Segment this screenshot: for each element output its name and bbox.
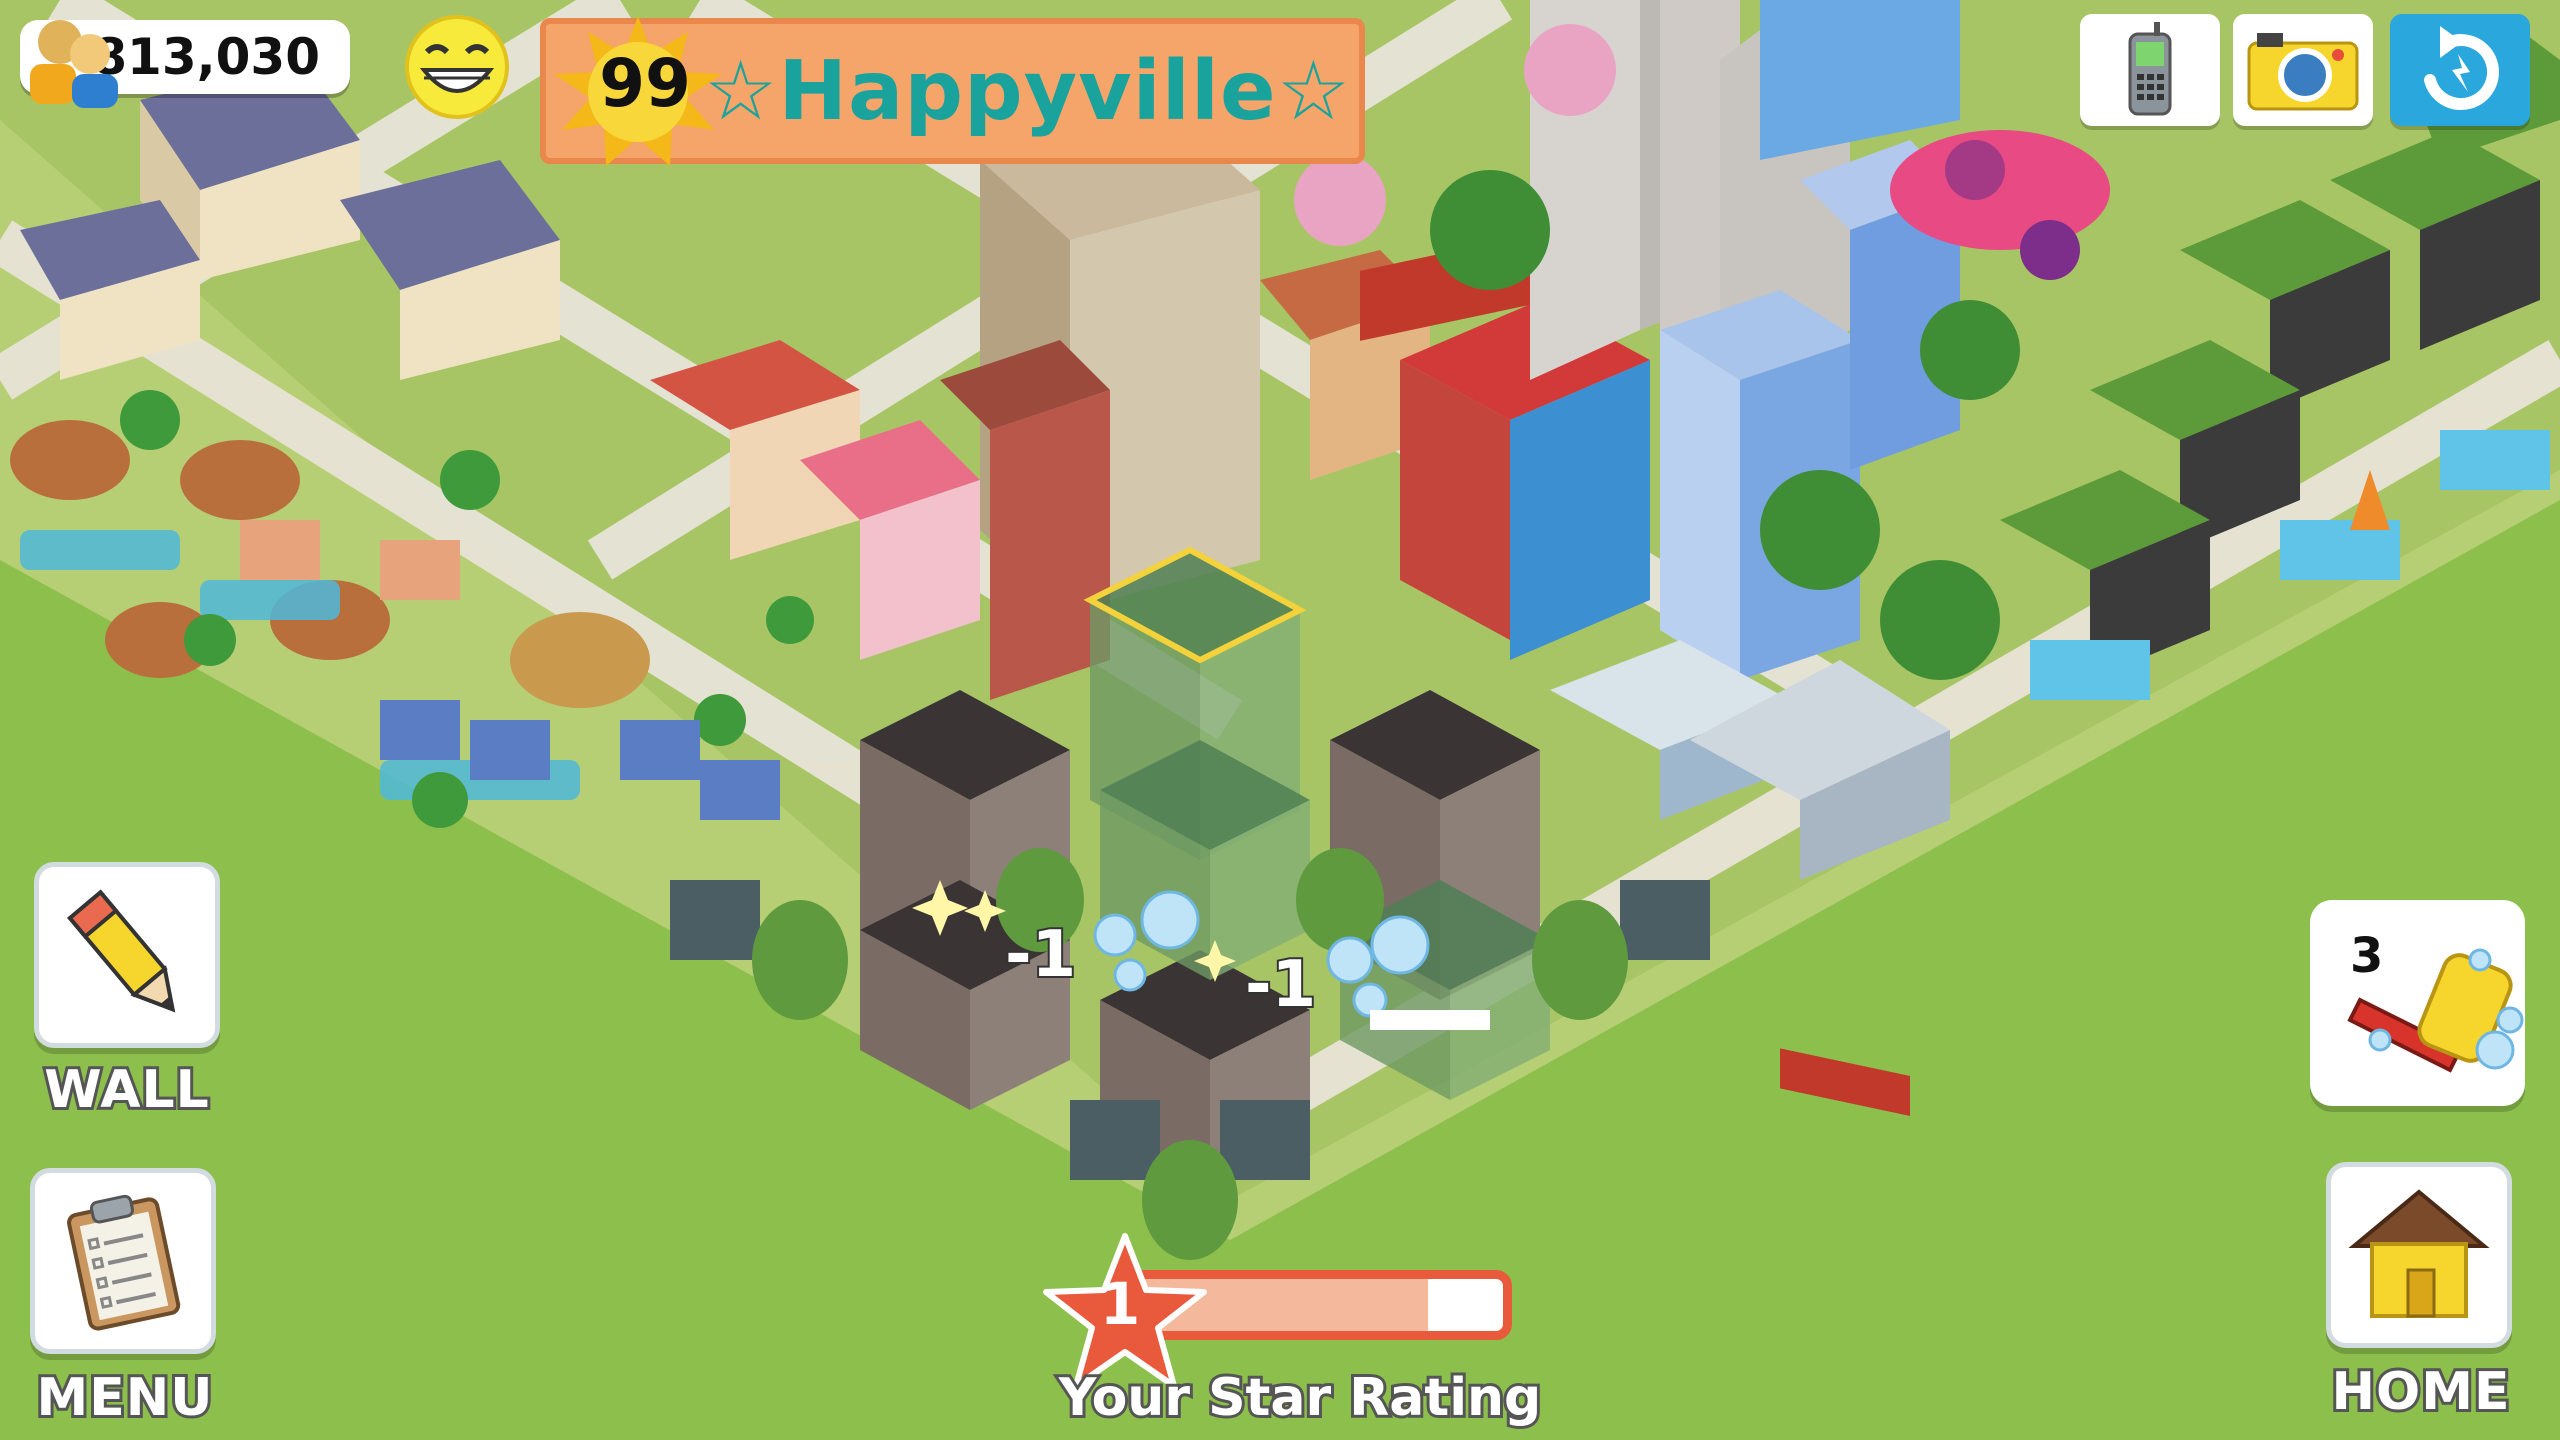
menu-label: MENU [33,1365,215,1431]
float-minus-one-b: -1 [1243,946,1318,1024]
rotate-arrow-icon [2424,26,2499,111]
camera-icon [2247,33,2359,111]
star-rating-label: Your Star Rating [1056,1365,1545,1431]
house-icon [2348,1189,2490,1318]
clipboard-icon [67,1194,181,1331]
star-rating-value: 1 [1099,1270,1141,1338]
happy-face-icon[interactable] [402,12,512,122]
phone-button[interactable] [2080,14,2220,126]
clean-count: 3 [2350,928,2384,984]
population-counter[interactable]: 813,030 [20,20,350,108]
menu-button[interactable] [30,1168,216,1354]
wall-label: WALL [41,1057,212,1123]
home-label: HOME [2329,1359,2513,1425]
home-button[interactable] [2326,1162,2512,1348]
phone-icon [2128,22,2172,116]
clean-sponge-button[interactable] [2310,900,2525,1106]
population-icon [30,20,118,108]
player-level: 99 [599,45,691,122]
town-name: ☆Happyville☆ [703,43,1352,139]
camera-button[interactable] [2233,14,2373,126]
city-scene[interactable] [0,0,2560,1440]
sponge-icon [2347,948,2524,1073]
wall-button[interactable] [34,862,220,1048]
refresh-button[interactable] [2390,14,2530,126]
pencil-icon [67,889,176,1013]
float-minus-one-a: -1 [1003,916,1078,994]
